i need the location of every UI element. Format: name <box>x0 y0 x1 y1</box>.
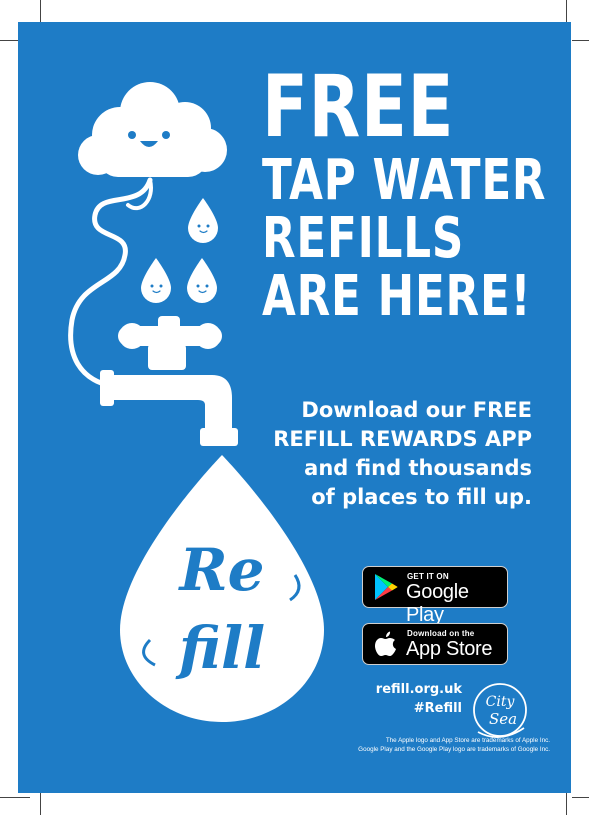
app-store-badge[interactable]: Download on the App Store <box>362 623 508 665</box>
app-store-small: Download on the <box>407 629 475 638</box>
hashtag: #Refill <box>413 701 462 716</box>
headline-free: FREE <box>262 57 455 157</box>
headline-tap-water: TAP WATER <box>262 148 547 213</box>
website-link[interactable]: refill.org.uk <box>352 680 462 699</box>
svg-text:fill: fill <box>175 614 265 682</box>
blurb-line: and find thousands <box>304 456 532 480</box>
hose <box>68 177 153 389</box>
tap-icon <box>100 316 238 446</box>
google-play-badge[interactable]: GET IT ON Google Play <box>362 566 508 626</box>
google-play-small: GET IT ON <box>407 572 449 581</box>
cloud-icon <box>78 82 227 177</box>
apple-icon <box>375 631 396 656</box>
svg-text:Re: Re <box>177 536 264 604</box>
svg-text:Sea: Sea <box>489 710 517 728</box>
headline-refills: REFILLS <box>262 206 465 271</box>
trademark-line: Google Play and the Google Play logo are… <box>358 746 550 753</box>
blurb-line: Download our FREE <box>301 398 532 422</box>
blurb-line: of places to fill up. <box>311 485 532 509</box>
trademark-line: The Apple logo and App Store are tradema… <box>385 737 550 744</box>
svg-text:City: City <box>486 694 516 710</box>
contact-links: refill.org.uk #Refill <box>352 680 462 718</box>
trademark-notice: The Apple logo and App Store are tradema… <box>240 736 550 754</box>
headline: FREE TAP WATER REFILLS ARE HERE! <box>262 57 547 329</box>
headline-are-here: ARE HERE! <box>262 264 532 329</box>
google-play-name: Google Play <box>406 581 469 626</box>
google-play-icon <box>375 574 398 600</box>
download-blurb: Download our FREE REFILL REWARDS APP and… <box>262 396 532 512</box>
blurb-line: REFILL REWARDS APP <box>273 427 532 451</box>
city-to-sea-logo: City Sea <box>473 683 527 738</box>
app-store-name: App Store <box>406 638 493 660</box>
